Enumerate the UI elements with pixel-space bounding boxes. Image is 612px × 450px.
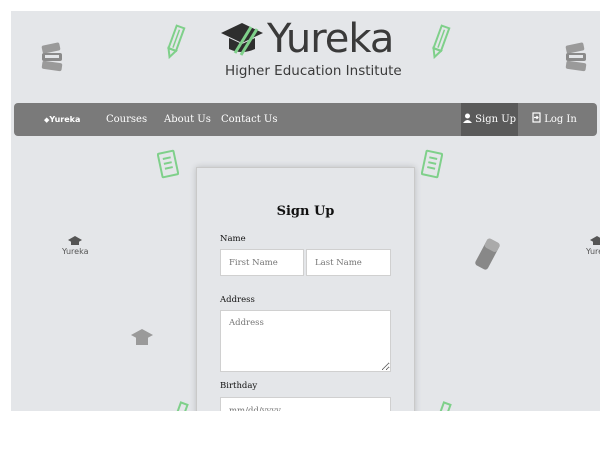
nav-sign-up[interactable]: Sign Up [461, 103, 518, 136]
graduation-cap-icon [68, 236, 82, 245]
navbar-brand-text: Yureka [49, 115, 81, 124]
nav-about-us[interactable]: About Us [164, 103, 211, 136]
navbar-brand[interactable]: ◆Yureka [44, 103, 80, 136]
small-logo-left: Yureka [61, 235, 91, 265]
page-viewport: Yureka Yureka Yureka Higher Education In… [11, 11, 600, 411]
small-logo-right: Yureka [585, 235, 600, 265]
book-stack-icon [41, 42, 63, 72]
nav-courses[interactable]: Courses [106, 103, 147, 136]
site-logo[interactable]: Yureka Higher Education Institute [219, 13, 419, 85]
logo-tagline: Higher Education Institute [225, 63, 402, 79]
book-stack-icon [565, 42, 587, 72]
address-label: Address [220, 295, 255, 305]
pencil-icon [436, 401, 452, 411]
nav-log-in-label: Log In [544, 114, 577, 125]
pencil-icon [167, 24, 186, 60]
notepad-icon [421, 149, 443, 179]
pencil-icon [173, 401, 189, 411]
birthday-label: Birthday [220, 381, 258, 391]
small-logo-text: Yureka [62, 247, 89, 256]
nav-sign-up-label: Sign Up [475, 114, 517, 125]
name-label: Name [220, 234, 246, 244]
logo-wordmark: Yureka [267, 16, 394, 62]
login-icon [532, 112, 541, 123]
graduation-cap-icon [221, 23, 263, 56]
graduation-cap-icon [131, 329, 153, 345]
form-title: Sign Up [276, 204, 335, 219]
birthday-input[interactable] [220, 397, 391, 411]
small-logo-text: Yureka [586, 247, 600, 256]
nav-contact-us[interactable]: Contact Us [221, 103, 277, 136]
navbar: ◆Yureka Courses About Us Contact Us Sign… [14, 103, 597, 136]
nav-log-in[interactable]: Log In [532, 103, 577, 136]
eraser-icon [475, 238, 500, 270]
pencil-icon [432, 24, 451, 60]
signup-form-card: Sign Up Name Address Birthday [196, 167, 415, 411]
last-name-input[interactable] [306, 249, 391, 276]
notepad-icon [157, 149, 179, 179]
first-name-input[interactable] [220, 249, 304, 276]
graduation-cap-icon [590, 236, 600, 245]
address-textarea[interactable] [220, 310, 391, 372]
user-icon [462, 113, 472, 123]
